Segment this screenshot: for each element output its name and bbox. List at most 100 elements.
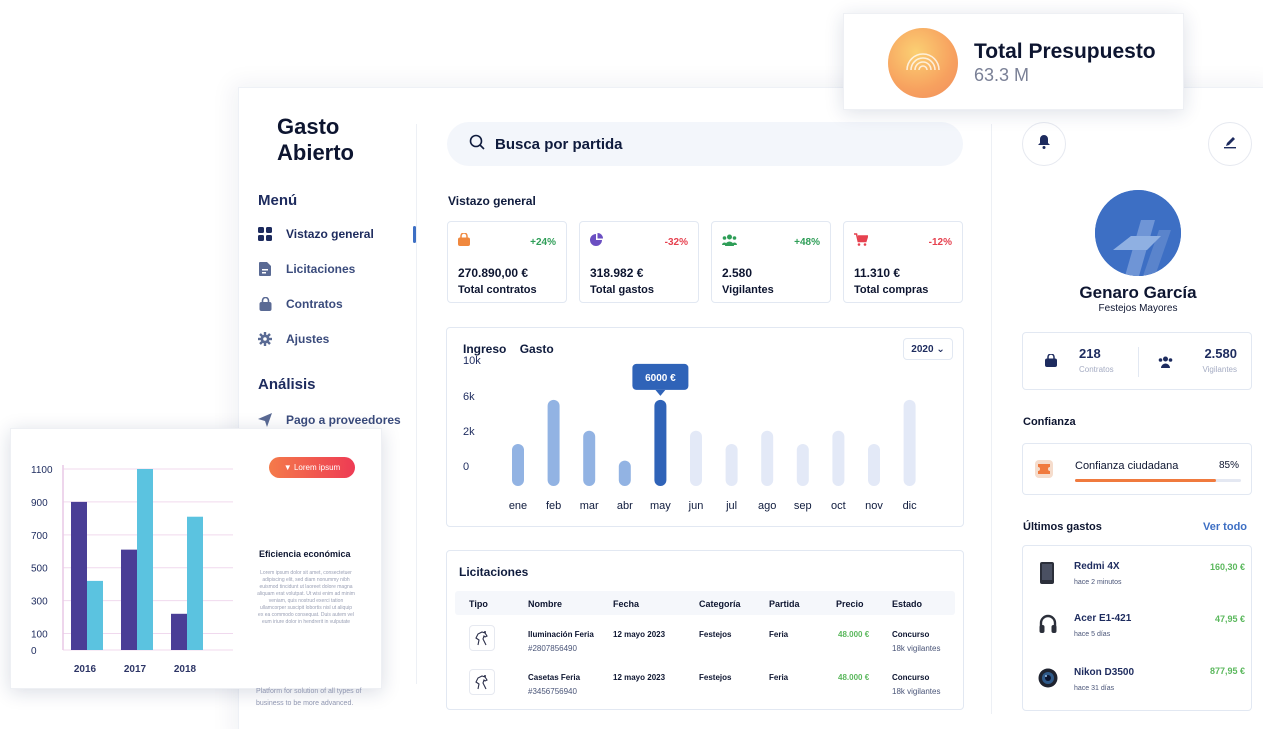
bar-ene[interactable] [512,444,524,486]
trust-box: Confianza ciudadana 85% [1022,443,1252,495]
sidebar-item-label: Vistazo general [286,227,374,241]
see-all-link[interactable]: Ver todo [1203,521,1247,533]
bar-jul[interactable] [725,444,738,486]
bar-jun[interactable] [690,430,702,486]
list-item[interactable]: Redmi 4X hace 2 minutos 160,30 € [1023,554,1253,598]
overview-title: Vistazo general [448,194,536,208]
watchers-label: Vigilantes [1202,365,1237,374]
list-item[interactable]: Nikon D3500 hace 31 días 877,95 € [1023,658,1253,702]
bar-nov[interactable] [868,444,880,486]
pen-icon [1223,135,1237,154]
eco-body-text: Lorem ipsum dolor sit amet, consectetuer… [257,570,355,625]
bar-mar[interactable] [583,430,596,486]
stats-divider [1138,347,1139,377]
y-tick-label: 700 [31,531,48,542]
x-tick-label: mar [580,500,599,512]
user-stats-box: 218 Contratos 2.580 Vigilantes [1022,332,1252,390]
col-tipo: Tipo [469,599,488,609]
y-tick-label: 1100 [31,465,53,476]
bar-oct[interactable] [832,430,845,486]
search-input[interactable]: Busca por partida [447,122,963,166]
tab-ingreso[interactable]: Ingreso [463,342,506,356]
monthly-bar-chart: 0 2k 6k 10k ene feb mar abr may 6000 € jun jul ago se… [463,355,917,512]
search-label: Busca por partida [495,135,623,153]
budget-value: 63.3 M [974,65,1030,85]
year-select[interactable]: 2020 ⌄ [903,338,953,360]
bar-abr[interactable] [618,460,631,486]
x-tick-label: feb [546,500,561,512]
gear-icon [258,332,272,346]
stat-card-contratos[interactable]: +24% 270.890,00 € Total contratos [447,221,567,303]
search-icon [469,134,485,155]
expense-time: hace 5 días [1074,631,1111,638]
watchers-count: 2.580 [1204,346,1237,361]
sidebar-item-pago-proveedores[interactable]: Pago a proveedores [258,413,401,427]
bar-may[interactable] [654,399,667,486]
bar-2017-s1[interactable] [121,549,137,650]
stat-card-compras[interactable]: -12% 11.310 € Total compras [843,221,963,303]
avatar[interactable] [1095,190,1181,276]
sidebar-item-licitaciones[interactable]: Licitaciones [258,262,355,276]
col-precio: Precio [836,599,864,609]
list-item[interactable]: Acer E1-421 hace 5 días 47,95 € [1023,606,1253,650]
expense-name: Nikon D3500 [1074,667,1135,678]
expenses-title: Últimos gastos [1023,521,1102,533]
stat-change: +48% [794,236,820,248]
app-title-line1: Gasto [277,114,340,139]
row-name[interactable]: Casetas Feria [528,671,580,684]
sidebar-item-ajustes[interactable]: Ajustes [258,332,329,346]
user-name: Genaro García [1079,283,1197,302]
send-icon [258,413,272,427]
grid-icon [258,227,272,241]
bar-2018-s1[interactable] [171,613,187,650]
x-tick-label: sep [794,500,812,512]
bar-feb[interactable] [547,399,560,486]
stat-card-vigilantes[interactable]: +48% 2.580 Vigilantes [711,221,831,303]
total-budget-card: Total Presupuesto 63.3 M [843,13,1184,110]
x-tick-label: 2017 [124,664,147,675]
row-partida: Feria [769,673,789,682]
bar-dic[interactable] [903,399,916,486]
menu-title: Menú [258,192,298,209]
expenses-list: Redmi 4X hace 2 minutos 160,30 € Acer E1… [1022,545,1252,711]
bar-sep[interactable] [796,444,809,486]
bar-2018-s2[interactable] [187,516,203,650]
x-tick-label: ago [758,500,776,512]
stat-value: 318.982 € [590,266,644,280]
shopping-bag-icon [458,232,470,251]
y-tick-label: 500 [31,564,48,575]
tab-gasto[interactable]: Gasto [520,342,554,356]
users-icon [722,233,737,251]
row-category: Festejos [699,630,732,639]
sidebar-item-vistazo-general[interactable]: Vistazo general [258,227,374,241]
licitaciones-title: Licitaciones [459,565,529,579]
lorem-ipsum-pill[interactable]: ▼ Lorem ipsum [269,457,355,478]
bar-ago[interactable] [761,430,774,486]
horse-icon [469,669,495,695]
x-tick-label: jun [688,500,704,512]
edit-profile-button[interactable] [1208,122,1252,166]
tooltip-label: 6000 € [645,373,676,384]
bar-2017-s2[interactable] [137,469,153,650]
stat-change: -12% [928,236,952,248]
y-tick-label: 0 [31,646,37,657]
col-categoria: Categoría [699,599,741,609]
bar-2016-s2[interactable] [87,580,103,650]
trust-label: Confianza ciudadana [1075,460,1179,472]
sidebar-item-contratos[interactable]: Contratos [258,297,343,311]
notifications-button[interactable] [1022,122,1066,166]
licitaciones-panel: Licitaciones Tipo Nombre Fecha Categoría… [446,550,964,710]
document-icon [258,262,272,276]
bell-icon [1038,134,1050,154]
x-tick-label: 2016 [74,664,97,675]
y-tick-label: 100 [31,630,48,641]
row-name[interactable]: Iluminación Feria [528,628,594,641]
bar-2016-s1[interactable] [71,501,87,650]
analysis-title: Análisis [258,376,316,393]
row-code: #2807856490 [528,644,577,653]
row-category: Festejos [699,673,732,682]
expense-amount: 160,30 € [1209,562,1245,572]
stat-card-gastos[interactable]: -32% 318.982 € Total gastos [579,221,699,303]
yearly-bar-chart: 0 100 300 500 700 900 1100 2016 2017 2018 [31,465,233,675]
sidebar-divider [416,124,417,684]
